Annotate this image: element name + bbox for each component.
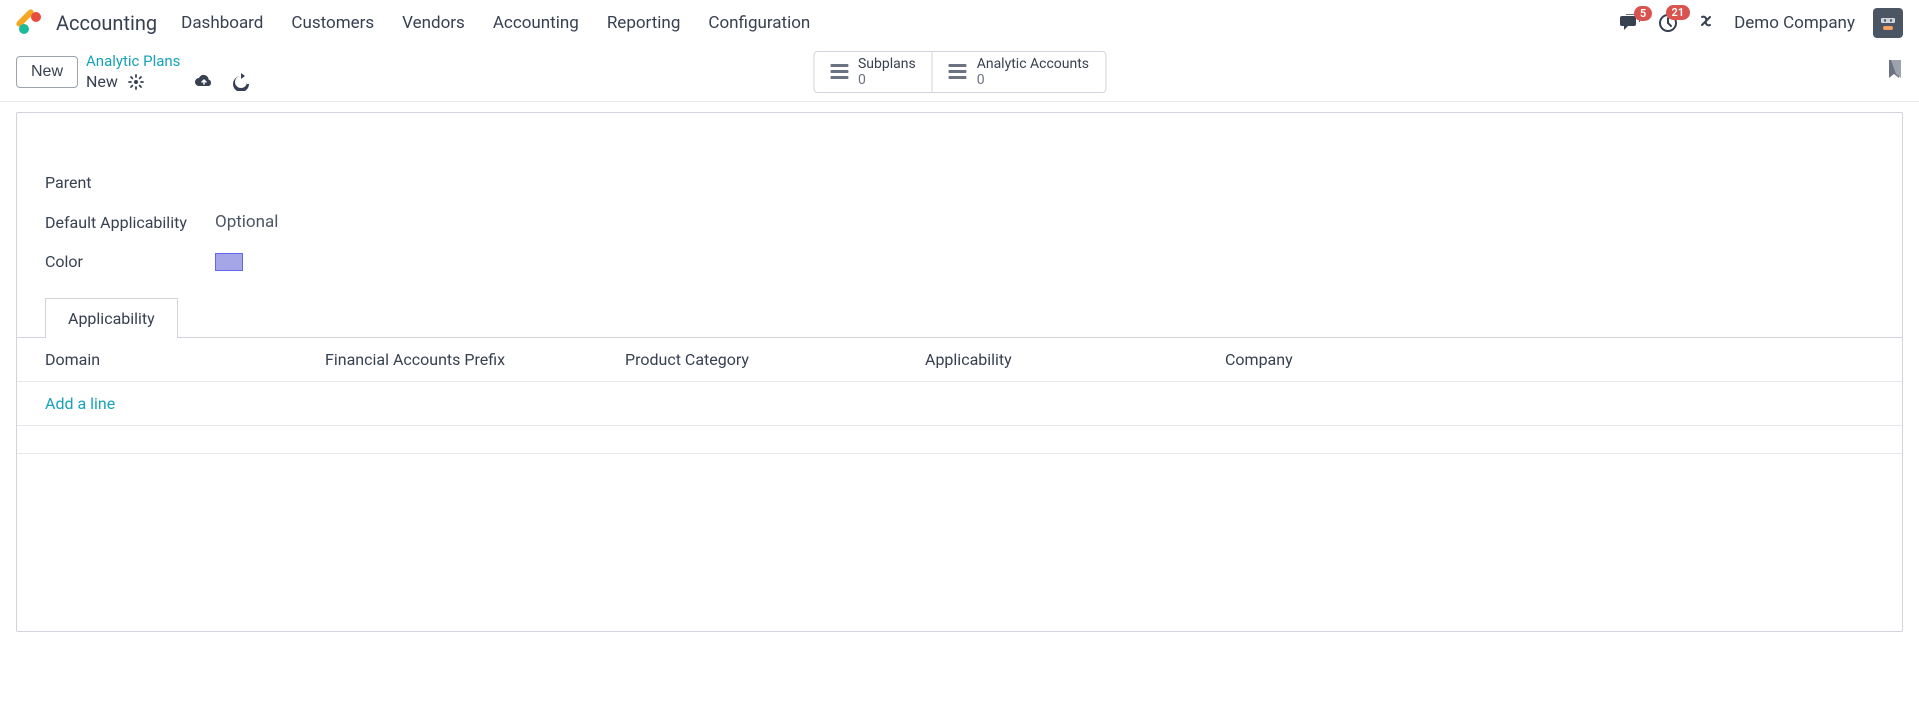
parent-label: Parent: [45, 173, 215, 192]
table-header: Domain Financial Accounts Prefix Product…: [17, 338, 1902, 382]
new-button[interactable]: New: [16, 56, 78, 88]
nav-accounting[interactable]: Accounting: [493, 13, 579, 33]
stat-buttons: Subplans 0 Analytic Accounts 0: [813, 51, 1106, 93]
field-color: Color: [45, 252, 1874, 271]
field-default-applicability: Default Applicability Optional: [45, 212, 1874, 232]
add-line-link[interactable]: Add a line: [45, 394, 115, 413]
form-sheet: Parent Default Applicability Optional Co…: [16, 112, 1903, 632]
breadcrumb-parent[interactable]: Analytic Plans: [86, 52, 250, 70]
color-picker[interactable]: [215, 253, 243, 271]
col-prefix: Financial Accounts Prefix: [325, 350, 625, 369]
breadcrumb-current: New: [86, 72, 118, 91]
table-footer: [17, 426, 1902, 454]
messages-icon[interactable]: 5: [1620, 14, 1640, 32]
app-logo[interactable]: [16, 9, 44, 37]
breadcrumb: Analytic Plans New: [86, 52, 250, 91]
activities-icon[interactable]: 21: [1658, 13, 1678, 33]
app-title[interactable]: Accounting: [56, 11, 157, 35]
stat-subplans-label: Subplans: [858, 56, 916, 72]
stat-analytic-accounts[interactable]: Analytic Accounts 0: [932, 52, 1105, 92]
activities-badge: 21: [1666, 5, 1691, 20]
col-category: Product Category: [625, 350, 925, 369]
tabs: Applicability: [17, 297, 1902, 338]
bookmark-icon[interactable]: [1887, 60, 1903, 84]
action-bar: New Analytic Plans New Subplans 0: [0, 46, 1919, 102]
gear-icon[interactable]: [128, 74, 144, 90]
save-cloud-icon[interactable]: [194, 74, 214, 90]
nav-menu: Dashboard Customers Vendors Accounting R…: [181, 13, 810, 33]
list-icon: [830, 64, 848, 79]
top-navbar: Accounting Dashboard Customers Vendors A…: [0, 0, 1919, 46]
default-applicability-label: Default Applicability: [45, 213, 215, 232]
user-avatar[interactable]: [1873, 8, 1903, 38]
form-container: Parent Default Applicability Optional Co…: [0, 102, 1919, 699]
nav-configuration[interactable]: Configuration: [708, 13, 810, 33]
nav-reporting[interactable]: Reporting: [607, 13, 681, 33]
navbar-right: 5 21 Demo Company: [1620, 8, 1903, 38]
tools-icon[interactable]: [1696, 11, 1716, 35]
table-body: Add a line: [17, 382, 1902, 426]
tab-applicability[interactable]: Applicability: [45, 298, 178, 338]
messages-badge: 5: [1634, 6, 1652, 21]
color-label: Color: [45, 252, 215, 271]
nav-vendors[interactable]: Vendors: [402, 13, 465, 33]
col-applicability: Applicability: [925, 350, 1225, 369]
nav-dashboard[interactable]: Dashboard: [181, 13, 263, 33]
discard-icon[interactable]: [232, 73, 250, 91]
default-applicability-select[interactable]: Optional: [215, 212, 278, 232]
col-company: Company: [1225, 350, 1874, 369]
col-domain: Domain: [45, 350, 325, 369]
stat-subplans-count: 0: [858, 72, 916, 88]
stat-subplans[interactable]: Subplans 0: [814, 52, 932, 92]
list-icon: [949, 64, 967, 79]
company-selector[interactable]: Demo Company: [1734, 13, 1855, 33]
nav-customers[interactable]: Customers: [291, 13, 374, 33]
stat-accounts-count: 0: [977, 72, 1089, 88]
stat-accounts-label: Analytic Accounts: [977, 56, 1089, 72]
field-parent: Parent: [45, 173, 1874, 192]
